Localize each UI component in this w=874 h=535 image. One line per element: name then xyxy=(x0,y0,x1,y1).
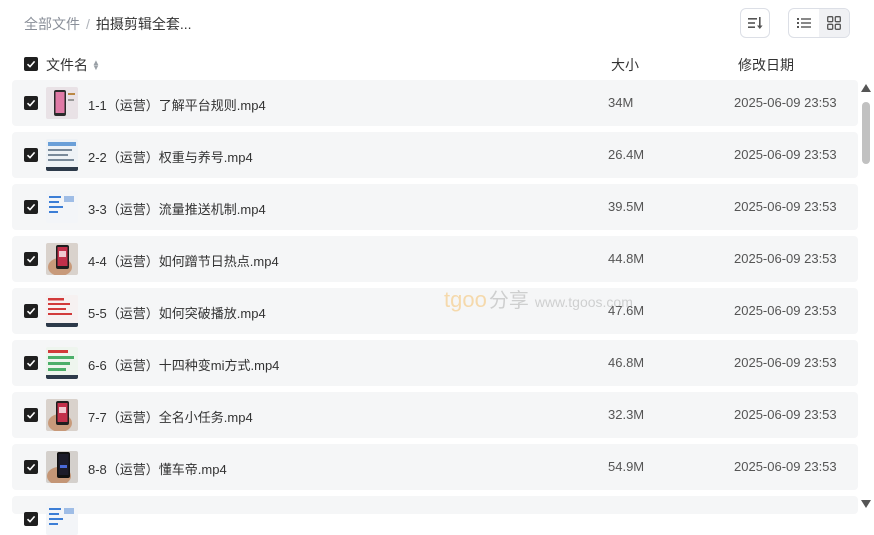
list-view-icon xyxy=(797,18,811,28)
check-icon xyxy=(26,411,36,419)
file-size: 39.5M xyxy=(608,199,645,214)
file-date: 2025-06-09 23:53 xyxy=(734,407,837,422)
table-row[interactable]: 1-1（运营）了解平台规则.mp4 34M 2025-06-09 23:53 xyxy=(12,80,858,126)
row-checkbox[interactable] xyxy=(24,148,38,162)
file-name[interactable]: 6-6（运营）十四种变mi方式.mp4 xyxy=(88,355,279,374)
video-thumbnail xyxy=(46,87,78,119)
video-thumbnail xyxy=(46,191,78,223)
file-date: 2025-06-09 23:53 xyxy=(734,303,837,318)
check-icon xyxy=(26,307,36,315)
column-header-date[interactable]: 修改日期 xyxy=(738,55,794,75)
check-icon xyxy=(26,255,36,263)
sort-descending-icon xyxy=(748,17,763,29)
check-icon xyxy=(26,99,36,107)
row-checkbox[interactable] xyxy=(24,252,38,266)
scroll-up-arrow-icon[interactable] xyxy=(861,84,871,92)
breadcrumb-root-link[interactable]: 全部文件 xyxy=(24,14,80,34)
file-name[interactable]: 7-7（运营）全名小任务.mp4 xyxy=(88,407,253,426)
row-checkbox[interactable] xyxy=(24,512,38,526)
column-header-size[interactable]: 大小 xyxy=(611,55,639,75)
grid-view-button[interactable] xyxy=(819,9,849,37)
breadcrumb-current: 拍摄剪辑全套... xyxy=(95,16,192,32)
view-toggle xyxy=(788,8,850,38)
row-checkbox[interactable] xyxy=(24,304,38,318)
sort-caret-icon: ▲ ▼ xyxy=(92,58,100,72)
video-thumbnail xyxy=(46,139,78,171)
file-size: 54.9M xyxy=(608,459,645,474)
table-row[interactable] xyxy=(12,496,858,535)
file-name[interactable]: 4-4（运营）如何蹭节日热点.mp4 xyxy=(88,251,279,270)
file-size: 26.4M xyxy=(608,147,645,162)
file-name[interactable]: 1-1（运营）了解平台规则.mp4 xyxy=(88,95,266,114)
list-view-button[interactable] xyxy=(789,9,819,37)
file-date: 2025-06-09 23:53 xyxy=(734,147,837,162)
video-thumbnail xyxy=(46,347,78,379)
table-row[interactable]: 3-3（运营）流量推送机制.mp4 39.5M 2025-06-09 23:53 xyxy=(12,184,858,230)
file-size: 34M xyxy=(608,95,634,110)
check-icon xyxy=(26,151,36,159)
scrollbar[interactable] xyxy=(860,84,872,508)
video-thumbnail xyxy=(46,451,78,483)
file-size: 44.8M xyxy=(608,251,645,266)
file-name[interactable]: 2-2（运营）权重与养号.mp4 xyxy=(88,147,253,166)
row-checkbox[interactable] xyxy=(24,460,38,474)
column-header-name[interactable]: 文件名 ▲ ▼ xyxy=(46,55,100,75)
check-icon xyxy=(26,359,36,367)
file-name[interactable]: 3-3（运营）流量推送机制.mp4 xyxy=(88,199,266,218)
file-size: 46.8M xyxy=(608,355,645,370)
table-row[interactable]: 6-6（运营）十四种变mi方式.mp4 46.8M 2025-06-09 23:53 xyxy=(12,340,858,386)
file-date: 2025-06-09 23:53 xyxy=(734,459,837,474)
file-date: 2025-06-09 23:53 xyxy=(734,95,837,110)
video-thumbnail xyxy=(46,243,78,275)
check-icon xyxy=(26,203,36,211)
file-size: 47.6M xyxy=(608,303,645,318)
file-name[interactable]: 5-5（运营）如何突破播放.mp4 xyxy=(88,303,266,322)
video-thumbnail xyxy=(46,399,78,431)
table-row[interactable]: 2-2（运营）权重与养号.mp4 26.4M 2025-06-09 23:53 xyxy=(12,132,858,178)
row-checkbox[interactable] xyxy=(24,408,38,422)
scroll-down-arrow-icon[interactable] xyxy=(861,500,871,508)
file-date: 2025-06-09 23:53 xyxy=(734,355,837,370)
file-size: 32.3M xyxy=(608,407,645,422)
scrollbar-thumb[interactable] xyxy=(862,102,870,164)
check-icon xyxy=(26,463,36,471)
row-checkbox[interactable] xyxy=(24,356,38,370)
grid-view-icon xyxy=(827,16,841,30)
row-checkbox[interactable] xyxy=(24,96,38,110)
breadcrumb-separator: / xyxy=(86,16,90,32)
check-icon xyxy=(26,515,36,523)
file-date: 2025-06-09 23:53 xyxy=(734,199,837,214)
file-name[interactable]: 8-8（运营）懂车帝.mp4 xyxy=(88,459,227,478)
file-date: 2025-06-09 23:53 xyxy=(734,251,837,266)
table-row[interactable]: 7-7（运营）全名小任务.mp4 32.3M 2025-06-09 23:53 xyxy=(12,392,858,438)
sort-button[interactable] xyxy=(740,8,770,38)
table-row[interactable]: 5-5（运营）如何突破播放.mp4 47.6M 2025-06-09 23:53 xyxy=(12,288,858,334)
table-row[interactable]: 4-4（运营）如何蹭节日热点.mp4 44.8M 2025-06-09 23:53 xyxy=(12,236,858,282)
video-thumbnail xyxy=(46,295,78,327)
column-header-name-label: 文件名 xyxy=(46,57,88,73)
select-all-checkbox[interactable] xyxy=(24,57,38,71)
check-icon xyxy=(26,60,36,68)
table-header: 文件名 ▲ ▼ 大小 修改日期 xyxy=(24,54,850,74)
table-row[interactable]: 8-8（运营）懂车帝.mp4 54.9M 2025-06-09 23:53 xyxy=(12,444,858,490)
breadcrumb: 全部文件 / 拍摄剪辑全套... xyxy=(24,14,192,34)
video-thumbnail xyxy=(46,503,78,535)
row-checkbox[interactable] xyxy=(24,200,38,214)
